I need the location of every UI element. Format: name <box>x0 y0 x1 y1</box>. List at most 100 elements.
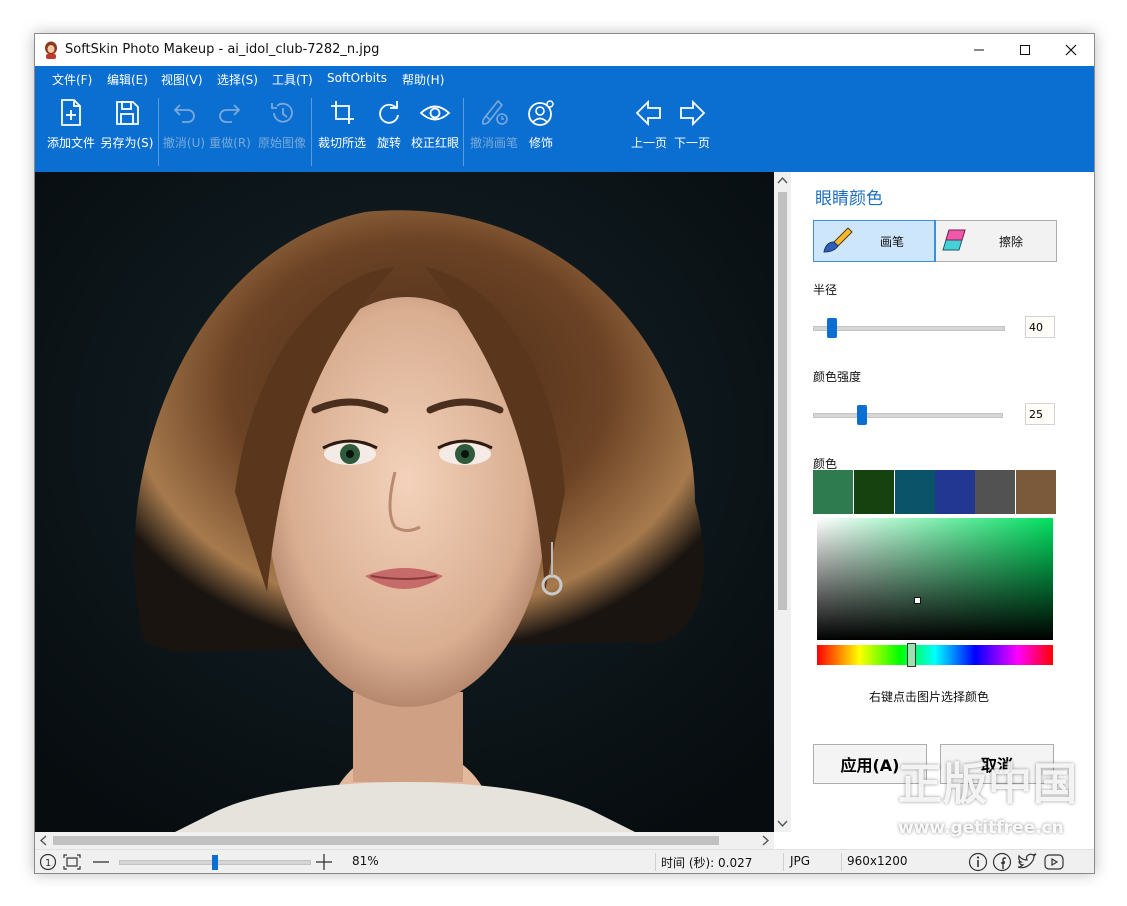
zoom-slider-thumb[interactable] <box>212 855 218 870</box>
hue-slider[interactable] <box>817 643 1053 667</box>
history-icon <box>271 102 293 123</box>
menu-edit[interactable]: 编辑(E) <box>107 71 148 88</box>
strength-slider-thumb[interactable] <box>857 405 867 425</box>
strength-slider-track[interactable] <box>813 413 1003 418</box>
undo-brush-label: 撤消画笔 <box>469 136 518 150</box>
horizontal-scroll-thumb[interactable] <box>53 836 719 845</box>
horizontal-scrollbar[interactable] <box>35 832 774 849</box>
undo-brush-button[interactable]: 撤消画笔 <box>466 92 522 172</box>
fit-to-window-icon[interactable] <box>62 853 82 871</box>
save-as-label: 另存为(S) <box>100 136 154 150</box>
radius-label: 半径 <box>813 283 838 297</box>
arrow-right-icon <box>680 99 706 127</box>
original-image-button[interactable]: 原始图像 <box>254 92 310 172</box>
toolbar-divider <box>158 98 159 166</box>
rotate-button[interactable]: 旋转 <box>371 92 407 172</box>
tool-toggle: 画笔 擦除 <box>813 220 1057 262</box>
facebook-icon[interactable] <box>992 852 1012 872</box>
toolbar-divider <box>311 98 312 166</box>
color-picker-area[interactable] <box>817 518 1053 640</box>
cancel-button[interactable]: 取消 <box>940 744 1054 784</box>
retouch-button[interactable]: 修饰 <box>523 92 559 172</box>
color-picker-cursor[interactable] <box>914 597 921 604</box>
undo-label: 撤消(U) <box>162 136 206 150</box>
image-format: JPG <box>790 854 811 868</box>
menu-view[interactable]: 视图(V) <box>161 71 203 88</box>
retouch-face-icon <box>528 100 554 126</box>
menu-tools[interactable]: 工具(T) <box>272 71 313 88</box>
brush-label: 画笔 <box>880 235 905 249</box>
menu-help[interactable]: 帮助(H) <box>402 71 444 88</box>
zoom-out-icon[interactable] <box>92 853 110 871</box>
toolbar: 添加文件 另存为(S) 撤消(U) 重做(R) 原始图像 裁切所选 旋转 校正红… <box>35 92 1094 172</box>
menu-select[interactable]: 选择(S) <box>217 71 258 88</box>
vertical-scrollbar[interactable] <box>774 172 791 832</box>
window-title: SoftSkin Photo Makeup - ai_idol_club-728… <box>65 42 380 57</box>
color-swatch[interactable] <box>813 470 853 514</box>
info-icon[interactable] <box>968 852 988 872</box>
prev-page-label: 上一页 <box>630 136 667 150</box>
processing-time: 时间 (秒): 0.027 <box>661 856 753 870</box>
erase-tool-button[interactable]: 擦除 <box>935 221 1056 261</box>
crop-button[interactable]: 裁切所选 <box>314 92 370 172</box>
crop-label: 裁切所选 <box>317 136 366 150</box>
image-canvas[interactable] <box>35 172 774 832</box>
rotate-label: 旋转 <box>376 136 401 150</box>
panel-title: 眼睛颜色 <box>815 189 883 209</box>
minimize-button[interactable] <box>956 34 1002 66</box>
twitter-icon[interactable] <box>1016 852 1038 872</box>
next-page-label: 下一页 <box>673 136 710 150</box>
color-swatch[interactable] <box>1016 470 1056 514</box>
status-divider <box>655 853 656 871</box>
close-button[interactable] <box>1048 34 1094 66</box>
youtube-icon[interactable] <box>1043 852 1065 872</box>
strength-value-field[interactable]: 25 <box>1025 403 1055 425</box>
radius-value-field[interactable]: 40 <box>1025 316 1055 338</box>
next-page-button[interactable]: 下一页 <box>671 92 713 172</box>
close-icon <box>1065 44 1077 56</box>
brush-tool-button[interactable]: 画笔 <box>813 220 936 262</box>
redeye-button[interactable]: 校正红眼 <box>408 92 462 172</box>
vertical-scroll-thumb[interactable] <box>778 192 787 610</box>
eraser-icon <box>942 229 966 251</box>
save-icon <box>116 101 139 125</box>
crop-icon <box>331 101 354 124</box>
scroll-down-icon[interactable] <box>774 815 791 832</box>
zoom-percent: 81% <box>352 854 379 868</box>
menu-softorbits[interactable]: SoftOrbits <box>327 71 387 85</box>
scroll-up-icon[interactable] <box>774 172 791 189</box>
color-swatch[interactable] <box>935 470 975 514</box>
status-bar: 1 81% 时间 (秒): 0.027 JPG 960x1200 <box>35 849 1094 873</box>
retouch-label: 修饰 <box>528 136 553 150</box>
eye-color-panel: 眼睛颜色 画笔 擦除 半径 40 颜色强度 25 颜色 右键点击图片选择颜色 应… <box>791 172 1094 849</box>
svg-text:1: 1 <box>45 858 51 869</box>
redo-button[interactable]: 重做(R) <box>208 92 252 172</box>
add-file-button[interactable]: 添加文件 <box>43 92 99 172</box>
scroll-right-icon[interactable] <box>757 832 774 849</box>
hue-slider-thumb[interactable] <box>907 643 916 667</box>
title-bar: SoftSkin Photo Makeup - ai_idol_club-728… <box>35 34 1094 66</box>
paint-brush-icon <box>823 227 853 253</box>
redo-label: 重做(R) <box>209 136 251 150</box>
maximize-button[interactable] <box>1002 34 1048 66</box>
save-as-button[interactable]: 另存为(S) <box>99 92 155 172</box>
menu-file[interactable]: 文件(F) <box>52 71 92 88</box>
zoom-slider-track[interactable] <box>119 855 311 870</box>
color-swatch[interactable] <box>895 470 935 514</box>
prev-page-button[interactable]: 上一页 <box>628 92 670 172</box>
scroll-left-icon[interactable] <box>35 832 52 849</box>
actual-size-icon[interactable]: 1 <box>39 853 57 871</box>
color-swatch[interactable] <box>975 470 1015 514</box>
rotate-icon <box>379 101 399 124</box>
redo-icon <box>219 104 241 123</box>
strength-label: 颜色强度 <box>813 370 862 384</box>
radius-slider-thumb[interactable] <box>827 318 837 338</box>
radius-slider-track[interactable] <box>813 326 1005 331</box>
redeye-label: 校正红眼 <box>410 136 459 150</box>
zoom-in-icon[interactable] <box>315 853 333 871</box>
undo-button[interactable]: 撤消(U) <box>162 92 206 172</box>
maximize-icon <box>1020 45 1030 55</box>
color-swatch[interactable] <box>854 470 894 514</box>
apply-button[interactable]: 应用(A) <box>813 744 927 784</box>
app-window: SoftSkin Photo Makeup - ai_idol_club-728… <box>34 33 1095 874</box>
